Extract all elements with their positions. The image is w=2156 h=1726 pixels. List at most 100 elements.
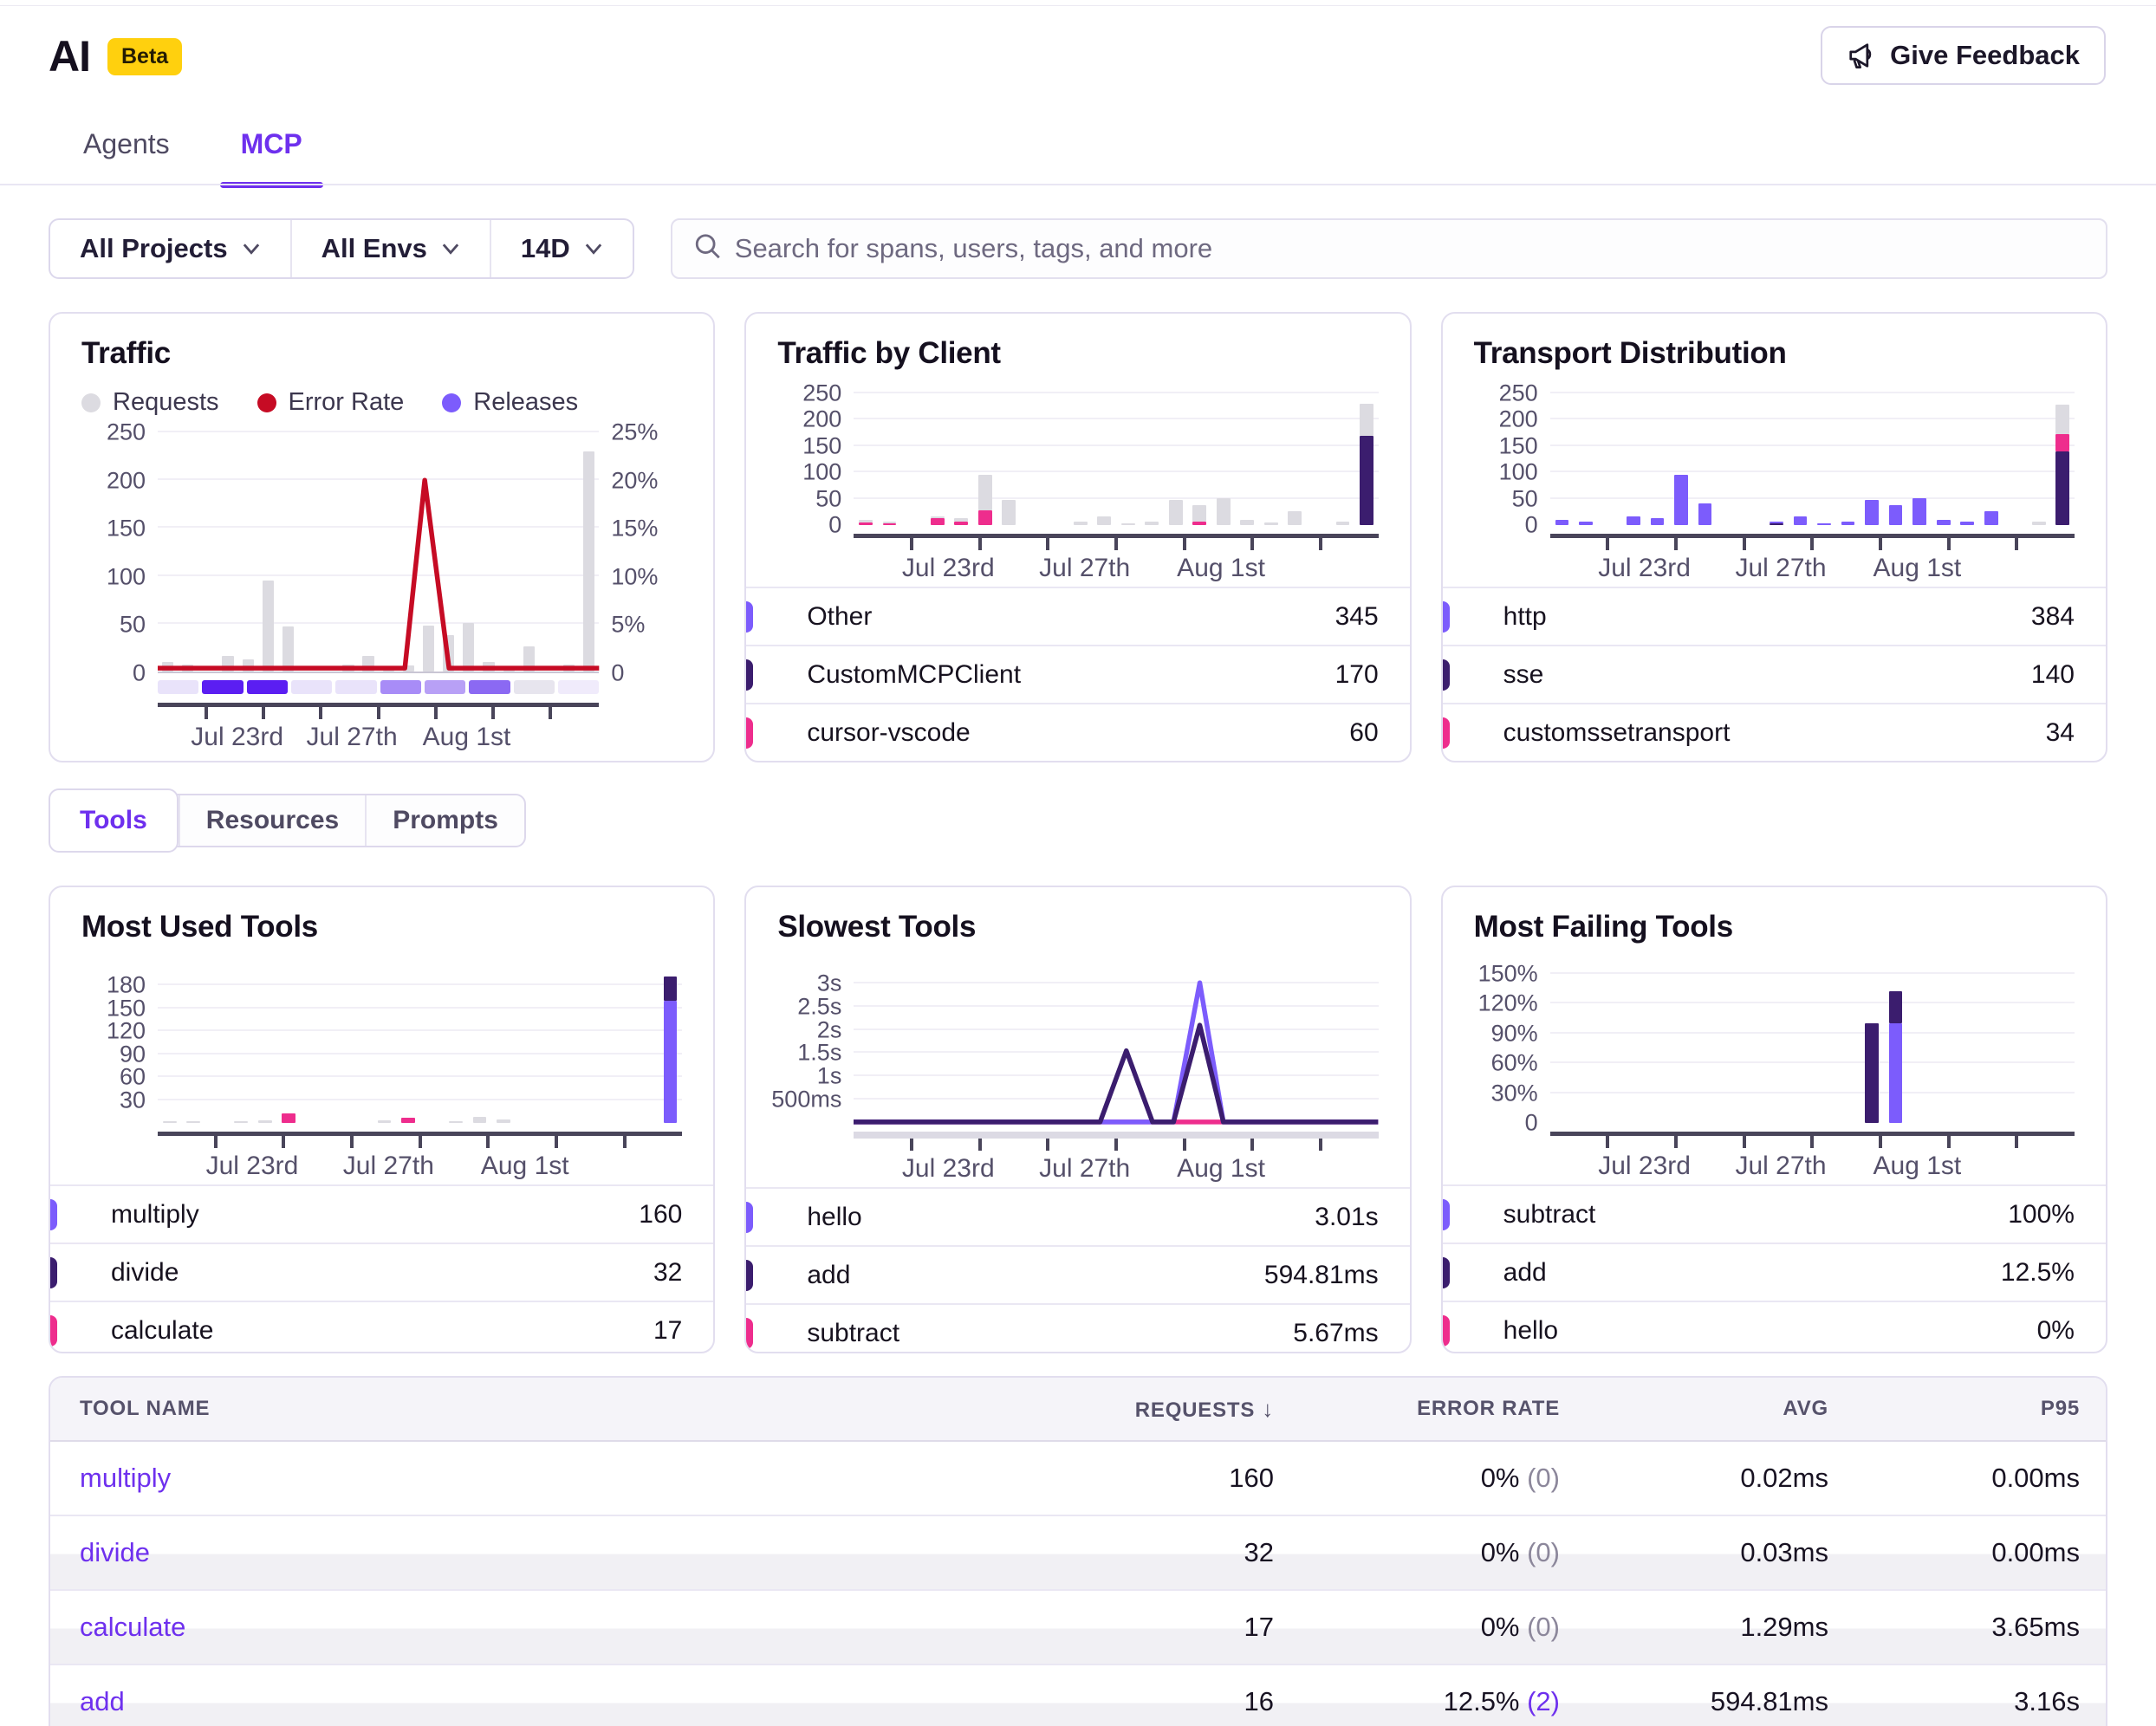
table-row[interactable]: multiply 160 0% (0) 0.02ms 0.00ms — [50, 1442, 2106, 1516]
series-color-chip — [49, 1315, 57, 1346]
legend-row[interactable]: hello 3.01s — [746, 1187, 1409, 1245]
legend-value: 34 — [2046, 718, 2075, 748]
bar-segment — [1360, 404, 1373, 435]
legend-row[interactable]: http 384 — [1443, 587, 2106, 645]
table-header: TOOL NAME REQUESTS↓ ERROR RATE AVG P95 — [50, 1378, 2106, 1442]
bar-segment — [1240, 520, 1254, 525]
bar-segment — [1865, 1023, 1879, 1123]
slowest-tools-card: Slowest Tools 500ms1s1.5s2s2.5s3s Jul 23… — [744, 886, 1411, 1353]
legend-label: add — [1503, 1258, 1547, 1288]
tab-prompts[interactable]: Prompts — [365, 795, 524, 846]
tool-link[interactable]: multiply — [80, 1463, 1023, 1494]
legend-label: subtract — [1503, 1200, 1596, 1230]
legend-value: 60 — [1349, 718, 1378, 748]
transport-distribution-chart: 050100150200250 Jul 23rdJul 27thAug 1st — [1474, 393, 2075, 587]
tool-link[interactable]: divide — [80, 1537, 1023, 1568]
avg-cell: 594.81ms — [1560, 1686, 1828, 1717]
window-top-divider — [0, 0, 2156, 6]
most-failing-tools-card: Most Failing Tools 030%60%90%120%150% Ju… — [1441, 886, 2107, 1353]
x-axis-label: Aug 1st — [1177, 554, 1265, 583]
error-rate-cell: 12.5% (2) — [1274, 1686, 1560, 1717]
bar-segment — [1651, 518, 1665, 525]
bar-segment — [1360, 436, 1373, 525]
p95-cell: 3.65ms — [1828, 1612, 2080, 1643]
legend-row[interactable]: CustomMCPClient 170 — [746, 645, 1409, 703]
legend-row[interactable]: Other 345 — [746, 587, 1409, 645]
tool-link[interactable]: add — [80, 1686, 1023, 1717]
avg-cell: 0.02ms — [1560, 1463, 1828, 1494]
bar-segment — [664, 1001, 678, 1123]
tab-tools[interactable]: Tools — [49, 788, 179, 853]
col-requests[interactable]: REQUESTS↓ — [1023, 1396, 1274, 1423]
col-tool-name[interactable]: TOOL NAME — [80, 1397, 1023, 1421]
legend-label: subtract — [807, 1319, 899, 1348]
legend-row[interactable]: add 12.5% — [1443, 1243, 2106, 1301]
table-row[interactable]: add 16 12.5% (2) 594.81ms 3.16s — [50, 1665, 2106, 1726]
bar-segment — [234, 1121, 248, 1123]
most-used-tools-chart: 306090120150180 Jul 23rdJul 27thAug 1st — [81, 974, 682, 1184]
legend-row[interactable]: cursor-vscode 60 — [746, 703, 1409, 761]
legend-row[interactable]: sse 140 — [1443, 645, 2106, 703]
requests-cell: 32 — [1023, 1537, 1274, 1568]
projects-filter-dropdown[interactable]: All Projects — [50, 220, 290, 277]
legend-row[interactable]: add 594.81ms — [746, 1245, 1409, 1303]
legend-value: 100% — [2008, 1200, 2075, 1230]
bar-segment — [1192, 505, 1206, 522]
col-avg[interactable]: AVG — [1560, 1397, 1828, 1421]
tab-resources[interactable]: Resources — [179, 795, 365, 846]
search-input[interactable] — [672, 220, 2106, 277]
tool-link[interactable]: calculate — [80, 1612, 1023, 1643]
megaphone-icon — [1847, 42, 1876, 68]
legend-row[interactable]: multiply 160 — [50, 1184, 713, 1243]
series-color-chip — [1441, 1315, 1450, 1346]
legend-row[interactable]: calculate 17 — [50, 1301, 713, 1353]
legend-value: 3.01s — [1315, 1203, 1378, 1232]
date-range-dropdown[interactable]: 14D — [490, 220, 633, 277]
bar-segment — [449, 1121, 463, 1123]
legend-row[interactable]: subtract 5.67ms — [746, 1303, 1409, 1353]
legend-item[interactable]: Requests — [81, 388, 219, 417]
envs-filter-dropdown[interactable]: All Envs — [290, 220, 490, 277]
legend-value: 345 — [1335, 602, 1379, 632]
bar-segment — [163, 1121, 177, 1123]
legend-item[interactable]: Error Rate — [257, 388, 405, 417]
mcp-insights-page: AI Beta Give Feedback Agents MCP All Pro… — [0, 0, 2156, 1726]
bar-segment — [473, 1117, 487, 1123]
bar-segment — [1579, 522, 1593, 525]
legend-label: sse — [1503, 660, 1544, 690]
x-axis-label: Aug 1st — [423, 723, 511, 752]
card-title: Most Failing Tools — [1474, 910, 2075, 944]
legend-row[interactable]: customssetransport 34 — [1443, 703, 2106, 761]
line-series — [854, 974, 1378, 1123]
series-color-dot — [257, 393, 276, 412]
legend-item[interactable]: Releases — [442, 388, 578, 417]
legend-row[interactable]: hello 0% — [1443, 1301, 2106, 1353]
beta-badge: Beta — [107, 38, 182, 75]
col-error-rate[interactable]: ERROR RATE — [1274, 1397, 1560, 1421]
error-count[interactable]: (2) — [1527, 1686, 1560, 1716]
col-p95[interactable]: P95 — [1828, 1397, 2080, 1421]
table-body: multiply 160 0% (0) 0.02ms 0.00ms divide… — [50, 1442, 2106, 1726]
tab-agents[interactable]: Agents — [78, 128, 175, 185]
chevron-down-icon — [584, 243, 603, 255]
error-count: (0) — [1527, 1612, 1560, 1642]
bar-segment — [1770, 522, 1783, 523]
legend-label: add — [807, 1261, 850, 1290]
legend-row[interactable]: divide 32 — [50, 1243, 713, 1301]
bar-segment — [978, 475, 992, 510]
bar-segment — [859, 522, 873, 525]
legend-value: 140 — [2031, 660, 2075, 690]
tools-charts-row: Most Used Tools 306090120150180 Jul 23rd… — [49, 886, 2107, 1353]
tab-mcp[interactable]: MCP — [236, 128, 308, 185]
table-row[interactable]: calculate 17 0% (0) 1.29ms 3.65ms — [50, 1591, 2106, 1665]
legend-list: http 384 sse 140 customssetransport 34 — [1443, 587, 2106, 761]
bar-segment — [1984, 511, 1998, 525]
bar-segment — [497, 1119, 510, 1123]
give-feedback-button[interactable]: Give Feedback — [1821, 26, 2106, 85]
x-axis-label: Jul 27th — [1735, 1152, 1826, 1181]
legend-row[interactable]: subtract 100% — [1443, 1184, 2106, 1243]
card-title: Slowest Tools — [777, 910, 1378, 944]
table-row[interactable]: divide 32 0% (0) 0.03ms 0.00ms — [50, 1516, 2106, 1591]
series-color-chip — [1441, 659, 1450, 691]
p95-cell: 0.00ms — [1828, 1463, 2080, 1494]
